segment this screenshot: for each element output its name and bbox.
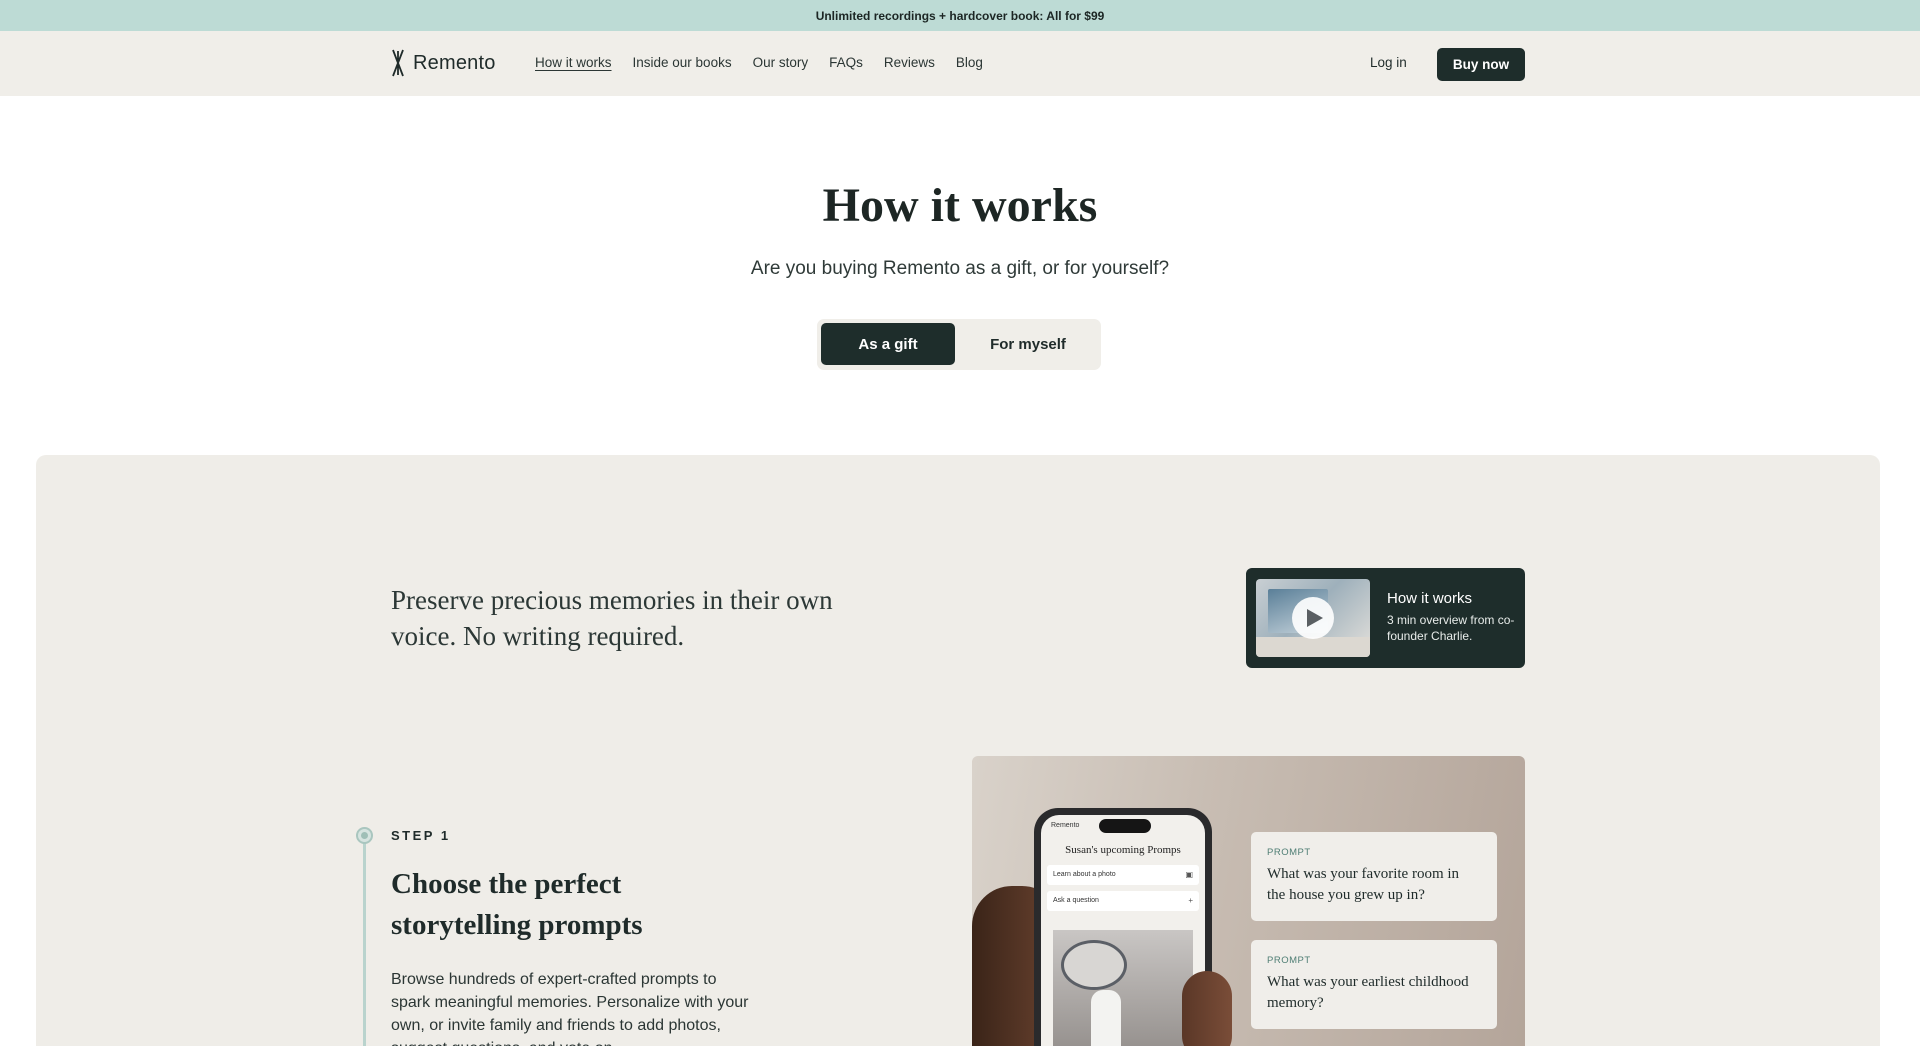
nav-link-faqs[interactable]: FAQs <box>829 55 863 70</box>
prompt-label: PROMPT <box>1267 955 1311 966</box>
nav-link-reviews[interactable]: Reviews <box>884 55 935 70</box>
phone-photo <box>1053 930 1193 1046</box>
image-icon: ▣ <box>1185 870 1193 879</box>
purchase-type-toggle: As a gift For myself <box>817 319 1101 370</box>
section-tagline: Preserve precious memories in their own … <box>391 585 833 651</box>
video-thumbnail[interactable] <box>1256 579 1370 657</box>
step-description: Browse hundreds of expert-crafted prompt… <box>391 971 749 1046</box>
thumb-image <box>1182 971 1232 1046</box>
prompt-label: PROMPT <box>1267 847 1311 858</box>
promo-banner: Unlimited recordings + hardcover book: A… <box>0 0 1920 31</box>
step-timeline-dot <box>356 827 373 844</box>
login-link[interactable]: Log in <box>1370 55 1407 70</box>
top-navigation: Remento How it works Inside our books Ou… <box>0 31 1920 96</box>
prompt-text: What was your favorite room in the house… <box>1267 866 1460 903</box>
video-card[interactable]: How it works 3 min overview from co-foun… <box>1246 568 1525 668</box>
promo-text: Unlimited recordings + hardcover book: A… <box>815 8 1105 23</box>
play-icon[interactable] <box>1292 597 1334 639</box>
step-label: STEP 1 <box>391 828 451 843</box>
phone-heading: Susan's upcoming Promps <box>1065 844 1181 856</box>
thumbnail-desk <box>1256 637 1370 657</box>
phone-app-name: Remento <box>1051 822 1080 829</box>
as-a-gift-option[interactable]: As a gift <box>821 323 955 365</box>
page-title: How it works <box>822 179 1098 232</box>
nav-link-inside-our-books[interactable]: Inside our books <box>633 55 732 70</box>
step-timeline-line <box>363 843 366 1046</box>
phone-row-label: Ask a question <box>1053 897 1099 904</box>
prompt-card: PROMPT What was your favorite room in th… <box>1251 832 1497 921</box>
video-description: 3 min overview from co-founder Charlie. <box>1387 613 1515 643</box>
step-title: Choose the perfect storytelling prompts <box>391 868 643 941</box>
phone-notch <box>1099 819 1151 833</box>
for-myself-option[interactable]: For myself <box>959 323 1097 365</box>
phone-screen: Remento Susan's upcoming Promps Learn ab… <box>1041 815 1205 1046</box>
nav-link-blog[interactable]: Blog <box>956 55 983 70</box>
page-subtitle: Are you buying Remento as a gift, or for… <box>750 258 1170 279</box>
nav-link-our-story[interactable]: Our story <box>753 55 809 70</box>
logo[interactable]: Remento <box>391 49 496 77</box>
step-illustration: Remento Susan's upcoming Promps Learn ab… <box>972 756 1525 1046</box>
how-it-works-panel <box>36 455 1880 1046</box>
nav-links: How it works Inside our books Our story … <box>535 55 983 70</box>
logo-text: Remento <box>413 51 496 74</box>
phone-row-label: Learn about a photo <box>1053 871 1116 878</box>
plus-icon: + <box>1188 896 1193 905</box>
photo-sign <box>1061 940 1127 990</box>
photo-person <box>1091 990 1121 1046</box>
prompt-text: What was your earliest childhood memory? <box>1267 974 1469 1011</box>
phone-row-photo: Learn about a photo ▣ <box>1047 865 1199 885</box>
video-title: How it works <box>1387 590 1473 607</box>
phone-row-question: Ask a question + <box>1047 891 1199 911</box>
prompt-card: PROMPT What was your earliest childhood … <box>1251 940 1497 1029</box>
remento-logo-icon <box>392 49 404 77</box>
buy-now-button[interactable]: Buy now <box>1437 48 1525 81</box>
nav-link-how-it-works[interactable]: How it works <box>535 55 612 70</box>
